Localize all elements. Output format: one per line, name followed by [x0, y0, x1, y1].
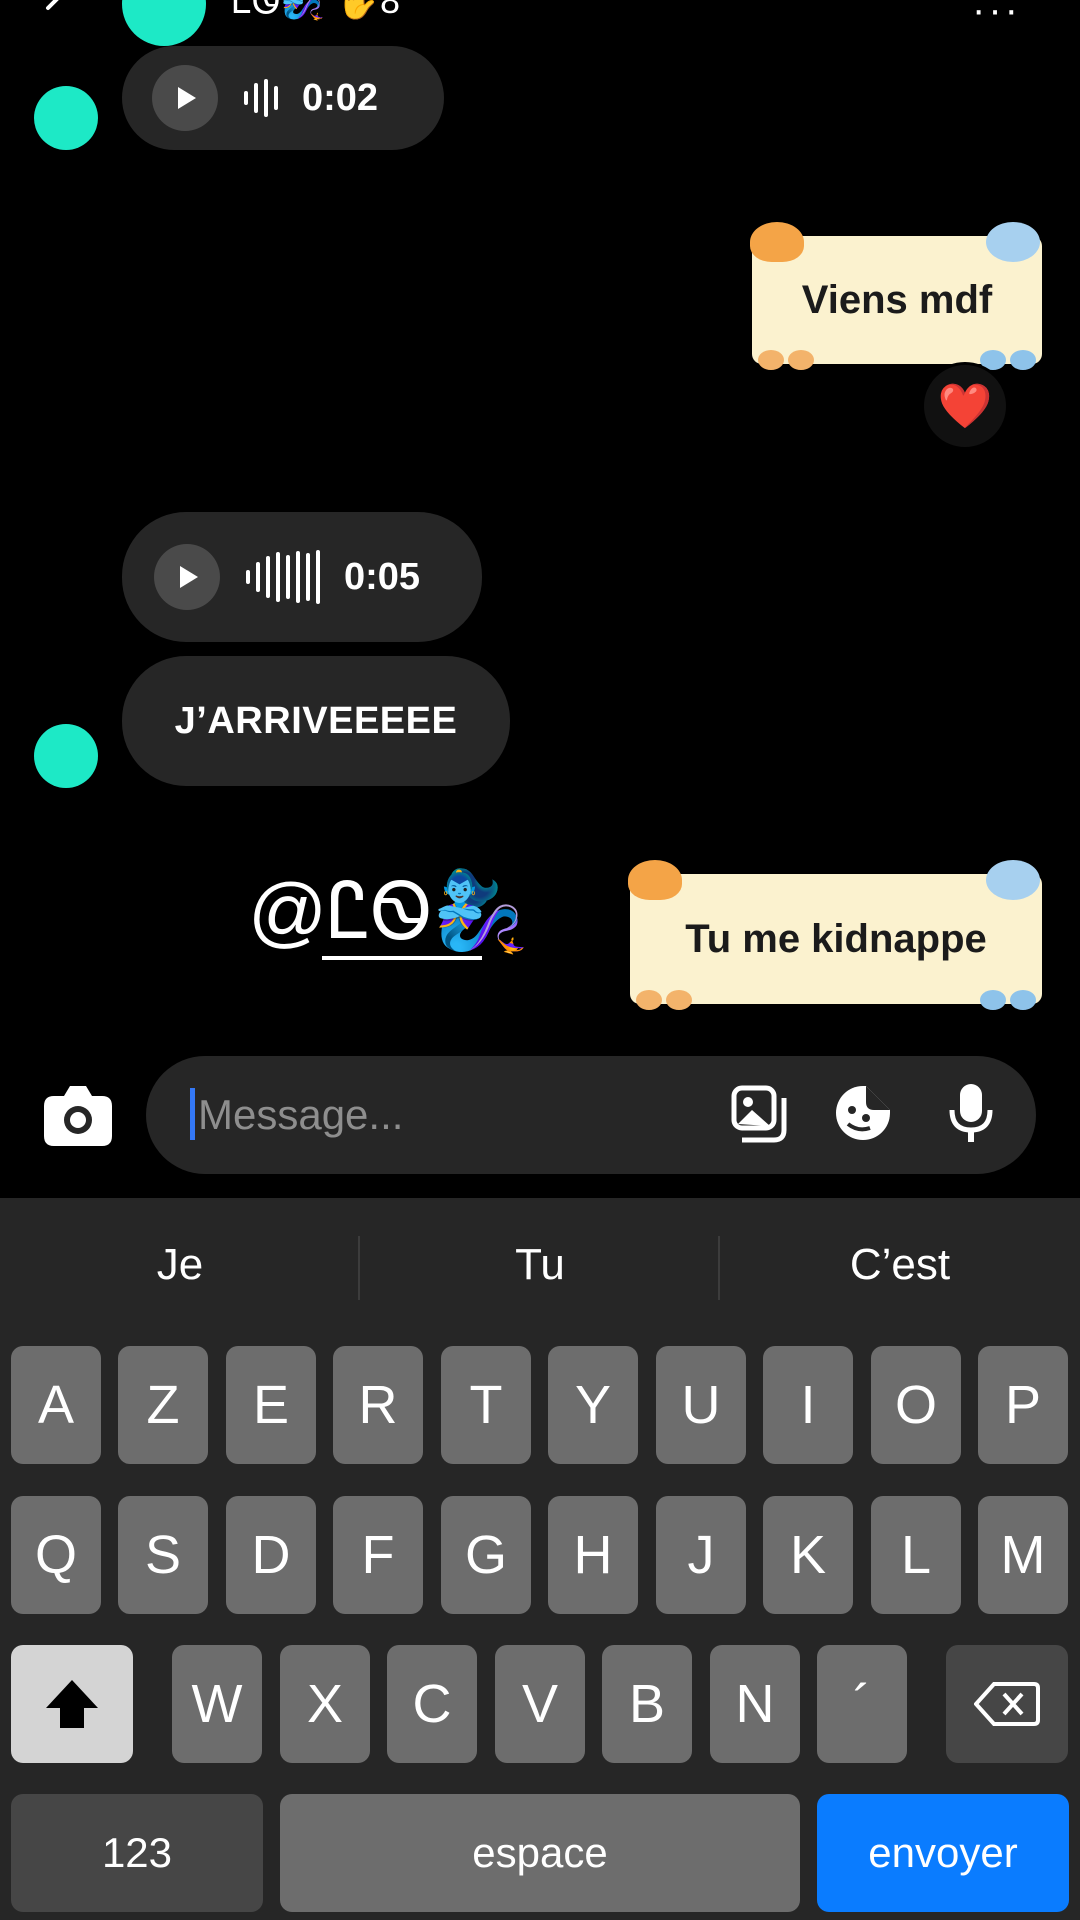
key-l[interactable]: L	[871, 1496, 961, 1614]
key-g[interactable]: G	[441, 1496, 531, 1614]
waveform	[246, 547, 320, 607]
key-m[interactable]: M	[978, 1496, 1068, 1614]
key-c[interactable]: C	[387, 1645, 477, 1763]
key-j[interactable]: J	[656, 1496, 746, 1614]
outgoing-note-message[interactable]: Tu me kidnappe	[628, 860, 1042, 1010]
key-accent[interactable]: ´	[817, 1645, 907, 1763]
key-z[interactable]: Z	[118, 1346, 208, 1464]
key-h[interactable]: H	[548, 1496, 638, 1614]
watermark-handle: @ᏝᏫ🧞‍♀️	[248, 867, 530, 955]
key-x[interactable]: X	[280, 1645, 370, 1763]
key-t[interactable]: T	[441, 1346, 531, 1464]
paw-icon	[758, 350, 784, 370]
note-text: Viens mdf	[801, 277, 993, 322]
header-contact-name[interactable]: ᏝᏫ🧞‍♀️ ✋8	[232, 0, 400, 23]
voice-duration: 0:02	[302, 76, 379, 119]
key-q[interactable]: Q	[11, 1496, 101, 1614]
delete-key[interactable]	[946, 1645, 1068, 1763]
play-icon[interactable]	[152, 65, 218, 131]
suggestion-tu[interactable]: Tu	[360, 1240, 720, 1290]
key-i[interactable]: I	[763, 1346, 853, 1464]
key-v[interactable]: V	[495, 1645, 585, 1763]
reaction-heart[interactable]: ❤️	[921, 362, 1009, 450]
key-s[interactable]: S	[118, 1496, 208, 1614]
watermark-underline	[322, 956, 482, 960]
paw-icon	[1010, 990, 1036, 1010]
dog-sticker-icon	[986, 222, 1040, 262]
cat-sticker-icon	[628, 860, 682, 900]
key-a[interactable]: A	[11, 1346, 101, 1464]
back-icon[interactable]	[38, 0, 78, 26]
sender-avatar[interactable]	[34, 86, 98, 150]
key-u[interactable]: U	[656, 1346, 746, 1464]
paw-icon	[980, 990, 1006, 1010]
incoming-text-message[interactable]: J’ARRIVEEEEE	[122, 656, 510, 786]
message-input[interactable]	[196, 1084, 700, 1146]
key-r[interactable]: R	[333, 1346, 423, 1464]
shift-icon	[46, 1680, 98, 1728]
key-e[interactable]: E	[226, 1346, 316, 1464]
paw-icon	[788, 350, 814, 370]
paw-icon	[636, 990, 662, 1010]
key-b[interactable]: B	[602, 1645, 692, 1763]
microphone-icon[interactable]	[940, 1082, 1002, 1144]
numbers-key[interactable]: 123	[11, 1794, 263, 1912]
dog-sticker-icon	[986, 860, 1040, 900]
paw-icon	[1010, 350, 1036, 370]
suggestion-cest[interactable]: C’est	[720, 1240, 1080, 1290]
outgoing-note-message[interactable]: Viens mdf	[750, 222, 1042, 370]
key-y[interactable]: Y	[548, 1346, 638, 1464]
shift-key[interactable]	[11, 1645, 133, 1763]
key-p[interactable]: P	[978, 1346, 1068, 1464]
suggestion-je[interactable]: Je	[0, 1240, 360, 1290]
key-n[interactable]: N	[710, 1645, 800, 1763]
camera-icon[interactable]	[40, 1080, 116, 1150]
cat-sticker-icon	[750, 222, 804, 262]
send-key[interactable]: envoyer	[817, 1794, 1069, 1912]
message-text: J’ARRIVEEEEE	[174, 699, 458, 742]
voice-duration: 0:05	[344, 555, 421, 598]
voice-message[interactable]: 0:02	[122, 46, 444, 150]
sender-avatar[interactable]	[34, 724, 98, 788]
key-w[interactable]: W	[172, 1645, 262, 1763]
waveform	[244, 68, 278, 128]
key-k[interactable]: K	[763, 1496, 853, 1614]
header-avatar[interactable]	[122, 0, 206, 46]
key-f[interactable]: F	[333, 1496, 423, 1614]
note-text: Tu me kidnappe	[685, 916, 987, 961]
key-d[interactable]: D	[226, 1496, 316, 1614]
backspace-icon	[974, 1682, 1040, 1726]
paw-icon	[666, 990, 692, 1010]
play-icon[interactable]	[154, 544, 220, 610]
key-o[interactable]: O	[871, 1346, 961, 1464]
space-key[interactable]: espace	[280, 1794, 800, 1912]
voice-message[interactable]: 0:05	[122, 512, 482, 642]
more-options-icon[interactable]: ···	[972, 0, 1021, 33]
sticker-icon[interactable]	[832, 1082, 894, 1144]
gallery-icon[interactable]	[728, 1082, 790, 1144]
text-caret	[190, 1088, 195, 1140]
